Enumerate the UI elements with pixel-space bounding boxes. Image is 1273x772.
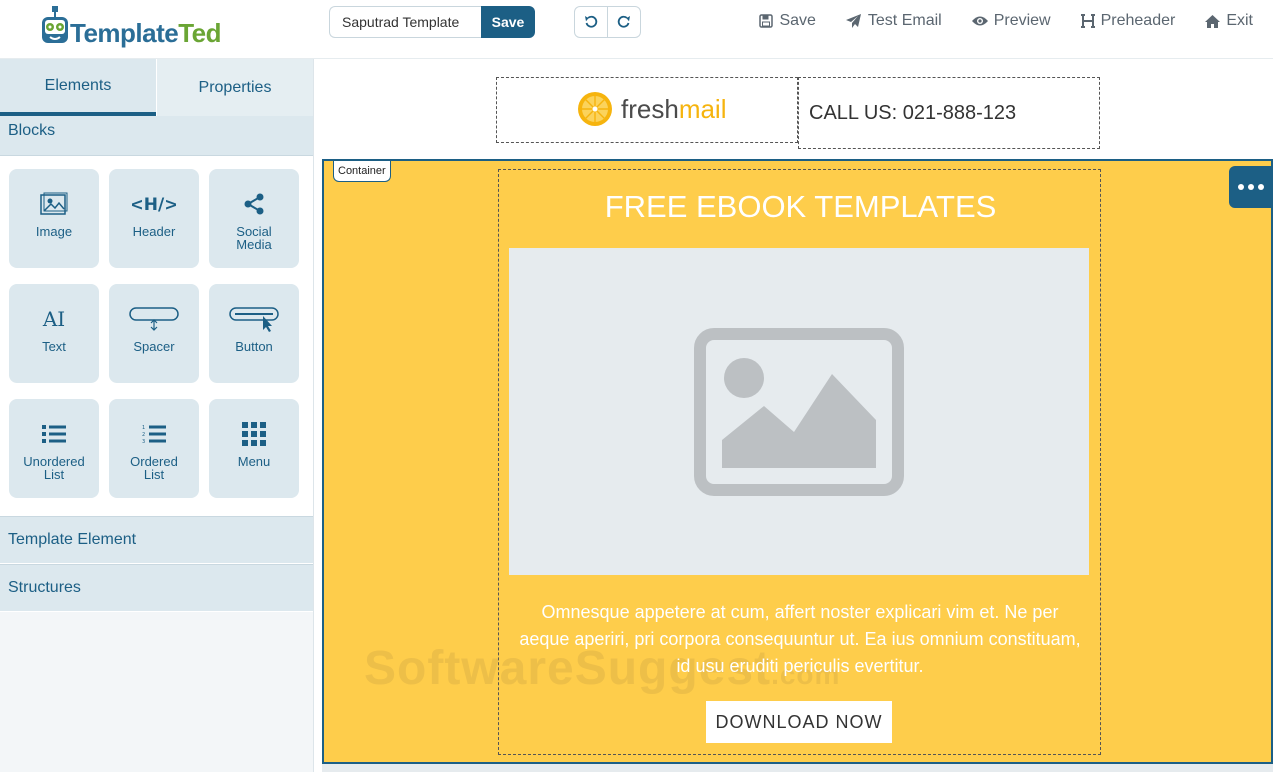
template-name-field[interactable]: Saputrad Template: [329, 6, 481, 38]
dot-icon: [1238, 184, 1244, 190]
sidebar-tabs: Elements Properties: [0, 59, 313, 116]
block-spacer-label: Spacer: [133, 339, 175, 354]
block-menu[interactable]: Menu: [209, 399, 299, 498]
block-ordered-list[interactable]: 123 Ordered List: [109, 399, 199, 498]
container-block[interactable]: Container SoftwareSuggest.com FREE EBOOK…: [322, 159, 1273, 764]
svg-text:AI: AI: [42, 308, 65, 330]
freshmail-citrus-icon: [578, 92, 612, 126]
top-bar: TemplateTed Saputrad Template Save Save …: [0, 0, 1273, 59]
freshmail-word-mail: mail: [678, 93, 727, 124]
tab-properties[interactable]: Properties: [156, 59, 313, 116]
tab-elements[interactable]: Elements: [0, 59, 156, 116]
block-unordered-list[interactable]: Unordered List: [9, 399, 99, 498]
save-nav-button[interactable]: Save: [759, 12, 816, 30]
block-menu-label: Menu: [237, 454, 271, 469]
block-image-label: Image: [35, 224, 73, 239]
top-nav: Save Test Email Preview Preheader Exit: [759, 12, 1253, 30]
test-email-label: Test Email: [867, 12, 942, 29]
eye-icon: [971, 16, 988, 26]
exit-label: Exit: [1226, 12, 1253, 29]
save-nav-label: Save: [779, 12, 816, 29]
undo-button[interactable]: [575, 7, 608, 37]
button-icon: [229, 307, 279, 332]
download-now-button[interactable]: DOWNLOAD NOW: [706, 701, 892, 743]
block-header[interactable]: <H/> Header: [109, 169, 199, 268]
call-us-cell[interactable]: CALL US: 021-888-123: [798, 77, 1100, 149]
templateted-logo[interactable]: TemplateTed: [40, 6, 222, 52]
more-options-button[interactable]: [1229, 166, 1273, 208]
block-button-label: Button: [235, 339, 273, 354]
body-text[interactable]: Omnesque appetere at cum, affert noster …: [515, 599, 1085, 680]
structures-section[interactable]: Structures: [0, 564, 313, 612]
header-logo-cell[interactable]: freshmail: [496, 77, 798, 143]
template-name-group: Saputrad Template Save: [329, 6, 535, 38]
logo-text: TemplateTed: [70, 18, 222, 49]
text-icon: AI: [42, 308, 65, 330]
container-tag: Container: [333, 161, 391, 182]
preview-label: Preview: [993, 12, 1051, 29]
content-column[interactable]: FREE EBOOK TEMPLATES Omnesque appetere a…: [498, 169, 1101, 755]
freshmail-word-fresh: fresh: [621, 93, 679, 124]
paper-plane-icon: [845, 14, 861, 28]
freshmail-wordmark: freshmail: [621, 94, 726, 125]
undo-redo-group: [574, 6, 641, 38]
dot-icon: [1258, 184, 1264, 190]
block-social-media[interactable]: Social Media: [209, 169, 299, 268]
blocks-section-header[interactable]: Blocks: [0, 116, 313, 156]
header-h-icon: [1080, 14, 1095, 28]
spacer-icon: [129, 307, 179, 331]
ebook-title[interactable]: FREE EBOOK TEMPLATES: [499, 189, 1102, 225]
email-canvas: freshmail CALL US: 021-888-123 Container…: [322, 59, 1273, 772]
sidebar: Elements Properties Blocks Image <H/> He…: [0, 59, 314, 772]
ordered-list-icon: 123: [142, 425, 166, 444]
redo-icon: [617, 15, 630, 28]
dot-icon: [1248, 184, 1254, 190]
floppy-disk-icon: [759, 14, 774, 28]
block-button[interactable]: Button: [209, 284, 299, 383]
freshmail-logo: freshmail: [577, 91, 726, 127]
block-social-media-label: Social Media: [236, 224, 272, 252]
svg-text:2: 2: [142, 432, 145, 438]
block-ordered-list-label: Ordered List: [130, 454, 178, 482]
image-icon: [40, 192, 68, 215]
svg-text:<H/>: <H/>: [132, 195, 176, 214]
header-icon: <H/>: [132, 195, 176, 214]
preview-button[interactable]: Preview: [971, 12, 1051, 30]
svg-text:3: 3: [142, 439, 145, 444]
template-element-section[interactable]: Template Element: [0, 516, 313, 564]
image-placeholder-icon: [694, 327, 904, 496]
home-icon: [1205, 14, 1221, 28]
test-email-button[interactable]: Test Email: [845, 12, 942, 30]
unordered-list-icon: [42, 425, 66, 443]
preheader-button[interactable]: Preheader: [1080, 12, 1176, 30]
image-placeholder[interactable]: [509, 248, 1089, 575]
redo-button[interactable]: [608, 7, 640, 37]
share-icon: [244, 193, 264, 215]
block-text-label: Text: [42, 339, 66, 354]
menu-grid-icon: [242, 422, 266, 446]
block-text[interactable]: AI Text: [9, 284, 99, 383]
svg-text:1: 1: [142, 425, 145, 431]
canvas-bottom-strip: [322, 764, 1273, 772]
blocks-grid: Image <H/> Header Social Media AI Text S…: [0, 156, 313, 516]
block-unordered-list-label: Unordered List: [23, 454, 85, 482]
logo-text-part1: Template: [70, 18, 179, 48]
block-spacer[interactable]: Spacer: [109, 284, 199, 383]
undo-icon: [585, 15, 598, 28]
logo-text-part2: Ted: [178, 18, 222, 48]
template-save-button[interactable]: Save: [481, 6, 535, 38]
block-image[interactable]: Image: [9, 169, 99, 268]
preheader-label: Preheader: [1100, 12, 1176, 29]
robot-logo-icon: [42, 6, 68, 43]
block-header-label: Header: [132, 224, 176, 239]
exit-button[interactable]: Exit: [1205, 12, 1253, 30]
